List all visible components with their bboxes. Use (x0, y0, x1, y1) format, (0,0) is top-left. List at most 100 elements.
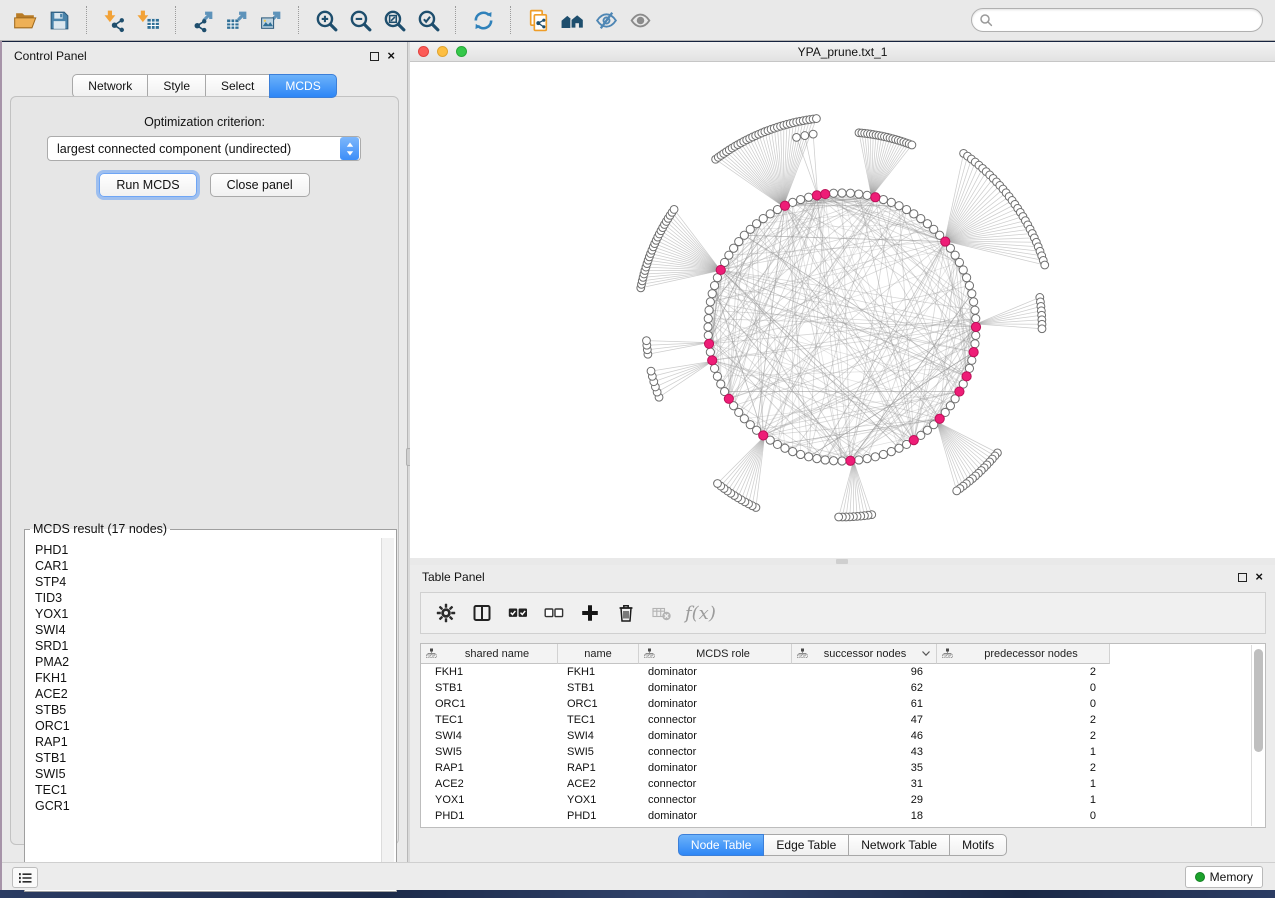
mcds-node[interactable] (780, 201, 789, 210)
mcds-node[interactable] (941, 237, 950, 246)
clone-network-button[interactable] (521, 4, 555, 36)
float-table-panel-icon[interactable] (1238, 573, 1247, 582)
ring-node[interactable] (704, 314, 712, 322)
mcds-result-item[interactable]: YOX1 (35, 606, 380, 622)
maximize-window-icon[interactable] (456, 46, 467, 57)
mcds-result-item[interactable]: FKH1 (35, 670, 380, 686)
ring-node[interactable] (838, 457, 846, 465)
mcds-result-item[interactable]: SWI4 (35, 622, 380, 638)
tab-motifs[interactable]: Motifs (949, 834, 1007, 856)
column-header-shared-name[interactable]: shared name (421, 644, 558, 664)
mcds-node[interactable] (969, 348, 978, 357)
ring-node[interactable] (887, 447, 895, 455)
zoom-in-button[interactable] (309, 4, 343, 36)
leaf-node[interactable] (908, 141, 916, 149)
add-column-button[interactable] (575, 598, 605, 628)
close-table-panel-icon[interactable]: × (1255, 572, 1263, 582)
mcds-node[interactable] (704, 339, 713, 348)
show-all-button[interactable] (623, 4, 657, 36)
ring-node[interactable] (971, 340, 979, 348)
mcds-result-item[interactable]: RAP1 (35, 734, 380, 750)
ring-node[interactable] (968, 290, 976, 298)
close-panel-button[interactable]: Close panel (210, 173, 310, 197)
mcds-result-item[interactable]: PMA2 (35, 654, 380, 670)
ring-node[interactable] (796, 195, 804, 203)
table-row[interactable]: SWI5SWI5connector431 (421, 744, 1265, 760)
mcds-node[interactable] (962, 372, 971, 381)
table-scrollbar[interactable] (1251, 645, 1265, 826)
ring-node[interactable] (871, 453, 879, 461)
column-header-name[interactable]: name (558, 644, 639, 664)
table-row[interactable]: YOX1YOX1connector291 (421, 792, 1265, 808)
table-row[interactable]: PHD1PHD1dominator180 (421, 808, 1265, 824)
ring-node[interactable] (805, 453, 813, 461)
column-header-successor-nodes[interactable]: successor nodes (792, 644, 937, 664)
ring-node[interactable] (879, 195, 887, 203)
delete-column-button[interactable] (611, 598, 641, 628)
save-session-button[interactable] (42, 4, 76, 36)
horizontal-splitter-handle[interactable] (836, 559, 848, 564)
table-row[interactable]: STB1STB1dominator620 (421, 680, 1265, 696)
ring-node[interactable] (796, 450, 804, 458)
select-all-columns-button[interactable] (503, 598, 533, 628)
mcds-node[interactable] (716, 265, 725, 274)
tab-network-table[interactable]: Network Table (848, 834, 950, 856)
ring-node[interactable] (829, 457, 837, 465)
ring-node[interactable] (829, 189, 837, 197)
mcds-node[interactable] (821, 189, 830, 198)
ring-node[interactable] (863, 455, 871, 463)
ring-node[interactable] (895, 202, 903, 210)
ring-node[interactable] (863, 191, 871, 199)
table-row[interactable]: TEC1TEC1connector472 (421, 712, 1265, 728)
leaf-node[interactable] (643, 337, 651, 345)
ring-node[interactable] (813, 455, 821, 463)
memory-button[interactable]: Memory (1185, 866, 1263, 888)
ring-node[interactable] (710, 281, 718, 289)
zoom-selected-button[interactable] (411, 4, 445, 36)
ring-node[interactable] (838, 189, 846, 197)
open-file-button[interactable] (8, 4, 42, 36)
mcds-list-scrollbar[interactable] (381, 538, 394, 889)
ring-node[interactable] (959, 266, 967, 274)
import-table-button[interactable] (131, 4, 165, 36)
mcds-result-item[interactable]: SRD1 (35, 638, 380, 654)
mcds-result-item[interactable]: GCR1 (35, 798, 380, 814)
ring-node[interactable] (879, 450, 887, 458)
table-scrollbar-thumb[interactable] (1254, 649, 1263, 752)
mcds-result-item[interactable]: TEC1 (35, 782, 380, 798)
leaf-node[interactable] (813, 115, 821, 123)
ring-node[interactable] (717, 380, 725, 388)
ring-node[interactable] (965, 281, 973, 289)
mcds-node[interactable] (955, 387, 964, 396)
tab-edge-table[interactable]: Edge Table (763, 834, 849, 856)
column-header-predecessor-nodes[interactable]: predecessor nodes (937, 644, 1110, 664)
task-history-button[interactable] (12, 867, 38, 888)
mcds-result-item[interactable]: TID3 (35, 590, 380, 606)
ring-node[interactable] (713, 372, 721, 380)
mcds-node[interactable] (812, 191, 821, 200)
ring-node[interactable] (972, 314, 980, 322)
zoom-fit-button[interactable] (377, 4, 411, 36)
tab-network[interactable]: Network (72, 74, 148, 98)
leaf-node[interactable] (1041, 261, 1049, 269)
mcds-result-item[interactable]: PHD1 (35, 542, 380, 558)
search-box[interactable] (971, 8, 1263, 32)
tab-style[interactable]: Style (147, 74, 206, 98)
float-panel-icon[interactable] (370, 52, 379, 61)
import-network-button[interactable] (97, 4, 131, 36)
mcds-result-item[interactable]: ACE2 (35, 686, 380, 702)
mcds-result-item[interactable]: CAR1 (35, 558, 380, 574)
mcds-node[interactable] (935, 414, 944, 423)
mcds-node[interactable] (871, 193, 880, 202)
ring-node[interactable] (855, 456, 863, 464)
minimize-window-icon[interactable] (437, 46, 448, 57)
ring-node[interactable] (955, 258, 963, 266)
close-window-icon[interactable] (418, 46, 429, 57)
mcds-node[interactable] (846, 456, 855, 465)
ring-node[interactable] (805, 193, 813, 201)
leaf-node[interactable] (1038, 325, 1046, 333)
mcds-node[interactable] (708, 356, 717, 365)
run-mcds-button[interactable]: Run MCDS (99, 173, 196, 197)
mcds-result-item[interactable]: STB1 (35, 750, 380, 766)
toggle-panes-button[interactable] (467, 598, 497, 628)
